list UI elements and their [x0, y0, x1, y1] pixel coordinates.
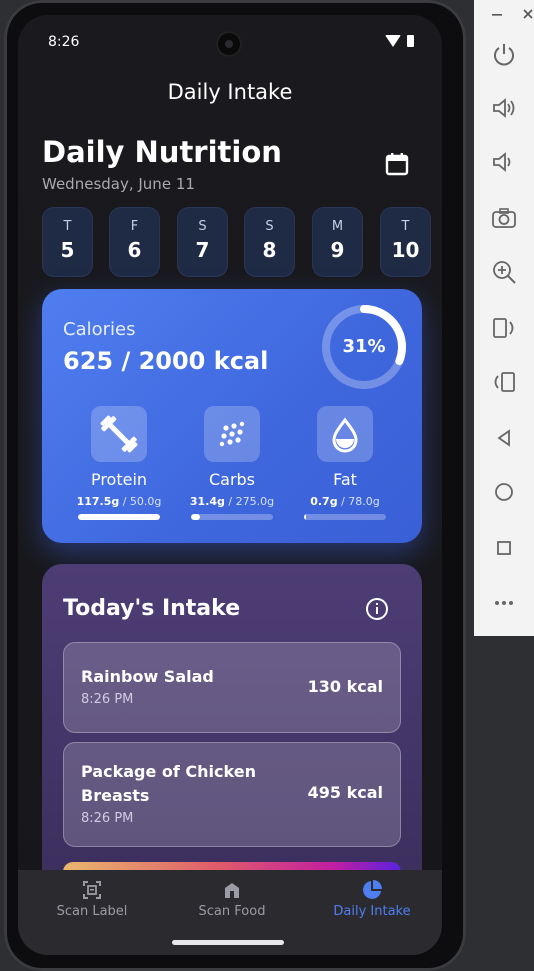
power-icon[interactable]	[490, 40, 518, 68]
system-icons	[385, 35, 414, 47]
page-title: Daily Nutrition	[42, 135, 282, 169]
nav-label: Daily Intake	[333, 904, 411, 919]
day-letter: M	[331, 219, 344, 234]
day-number: 8	[262, 238, 277, 262]
pie-chart-icon	[363, 880, 382, 899]
gesture-home-bar[interactable]	[172, 940, 284, 945]
app-screen: 8:26 Daily Intake Daily Nutrition Wednes…	[18, 15, 442, 955]
status-time: 8:26	[48, 34, 80, 50]
meal-time: 8:26 PM	[81, 692, 134, 707]
camera-icon[interactable]	[490, 204, 518, 232]
close-icon	[523, 9, 533, 19]
scan-label-icon	[83, 881, 101, 899]
meal-kcal: 130 kcal	[307, 677, 383, 696]
meal-name: Rainbow Salad	[81, 667, 214, 686]
macro-carbs: Carbs 31.4g / 275.0g	[184, 406, 280, 520]
day-selector: T 5 F 6 S 7 S 8 M 9 T 10	[42, 207, 432, 277]
bottom-navigation: Scan Label Scan Food Daily Intake	[18, 870, 442, 955]
nav-daily-intake[interactable]: Daily Intake	[302, 870, 442, 930]
zoom-in-icon[interactable]	[490, 258, 518, 286]
calories-value: 625 / 2000 kcal	[63, 347, 269, 375]
grain-dots-icon	[204, 406, 260, 462]
intake-title: Today's Intake	[63, 596, 241, 621]
day-number: 7	[195, 238, 210, 262]
macro-amount: 0.7g / 78.0g	[310, 495, 380, 508]
day-letter: S	[265, 219, 274, 234]
nav-label: Scan Label	[56, 904, 128, 919]
macro-amount: 117.5g / 50.0g	[76, 495, 162, 508]
meal-item[interactable]: Package of Chicken Breasts 8:26 PM 495 k…	[63, 742, 401, 847]
day-chip[interactable]: S 8	[244, 207, 295, 277]
drop-icon	[317, 406, 373, 462]
meal-item[interactable]: Rainbow Salad 8:26 PM 130 kcal	[63, 642, 401, 733]
day-chip[interactable]: F 6	[109, 207, 160, 277]
rotate-left-icon[interactable]	[490, 314, 518, 342]
macro-name: Fat	[333, 470, 357, 489]
volume-up-icon[interactable]	[490, 94, 518, 122]
macro-protein: Protein 117.5g / 50.0g	[71, 406, 167, 520]
todays-intake-card: Today's Intake Rainbow Salad 8:26 PM 130…	[42, 564, 422, 894]
day-number: 5	[60, 238, 75, 262]
macro-amount: 31.4g / 275.0g	[189, 495, 275, 508]
wifi-icon	[385, 35, 401, 47]
minimize-icon	[492, 14, 502, 16]
day-letter: T	[63, 219, 72, 234]
nav-scan-label[interactable]: Scan Label	[22, 870, 162, 930]
front-camera	[216, 31, 242, 57]
macro-progress-bar	[78, 514, 160, 520]
day-number: 9	[330, 238, 345, 262]
battery-icon	[407, 35, 414, 47]
calories-card: Calories 625 / 2000 kcal 31% Protein 117…	[42, 289, 422, 543]
meal-name: Package of Chicken Breasts	[81, 762, 256, 805]
day-chip[interactable]: T 5	[42, 207, 93, 277]
home-icon[interactable]	[490, 478, 518, 506]
meal-kcal: 495 kcal	[307, 783, 383, 802]
day-chip[interactable]: S 7	[177, 207, 228, 277]
calories-label: Calories	[63, 319, 136, 340]
day-number: 10	[391, 238, 420, 262]
macro-progress-bar	[191, 514, 273, 520]
scan-food-icon	[225, 883, 239, 898]
calories-percent: 31%	[342, 336, 386, 357]
day-chip[interactable]: T 10	[380, 207, 431, 277]
day-letter: S	[198, 219, 207, 234]
nav-label: Scan Food	[198, 904, 266, 919]
macro-name: Carbs	[208, 470, 256, 489]
volume-down-icon[interactable]	[490, 148, 518, 176]
rotate-right-icon[interactable]	[490, 368, 518, 396]
day-letter: T	[401, 219, 410, 234]
device-frame: 8:26 Daily Intake Daily Nutrition Wednes…	[4, 0, 466, 971]
info-icon[interactable]	[366, 598, 388, 620]
more-icon[interactable]	[490, 588, 518, 616]
selected-date: Wednesday, June 11	[42, 175, 195, 193]
meal-time: 8:26 PM	[81, 811, 134, 826]
day-letter: F	[130, 219, 139, 234]
macro-progress-bar	[304, 514, 386, 520]
status-bar: 8:26	[18, 15, 442, 65]
macro-name: Protein	[90, 470, 148, 489]
dumbbell-icon	[91, 406, 147, 462]
emulator-toolbar	[474, 0, 534, 636]
app-bar-title: Daily Intake	[167, 80, 293, 104]
day-chip[interactable]: M 9	[312, 207, 363, 277]
overview-icon[interactable]	[490, 534, 518, 562]
window-controls	[492, 9, 533, 19]
macro-fat: Fat 0.7g / 78.0g	[297, 406, 393, 520]
nav-scan-food[interactable]: Scan Food	[162, 870, 302, 930]
day-number: 6	[127, 238, 142, 262]
back-icon[interactable]	[490, 424, 518, 452]
calendar-icon[interactable]	[384, 151, 410, 177]
